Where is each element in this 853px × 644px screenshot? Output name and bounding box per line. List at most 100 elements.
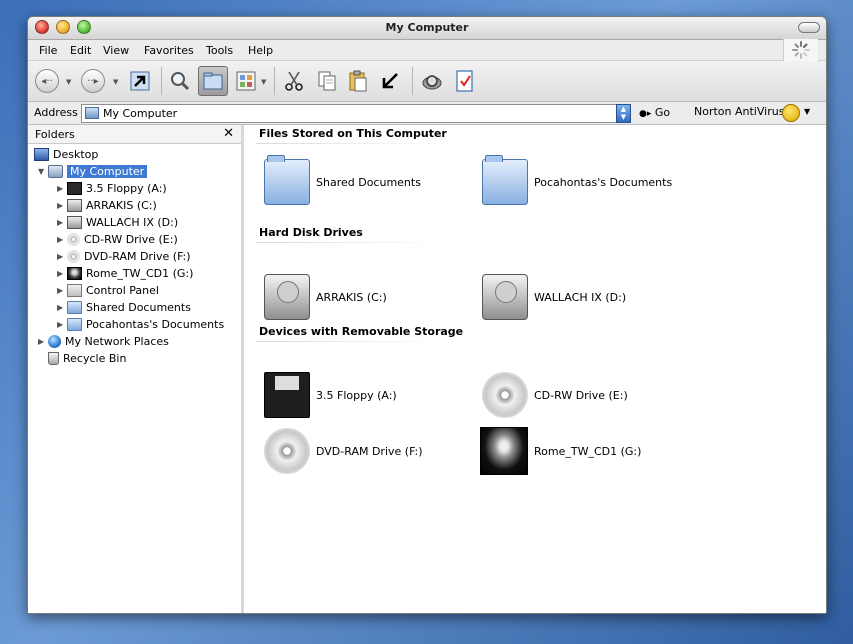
collapsed-triangle-icon[interactable]: ▶ — [57, 201, 67, 210]
item-dvd-ram[interactable]: DVD-RAM Drive (F:) — [264, 428, 423, 474]
go-button[interactable]: ●▸ Go — [639, 106, 670, 119]
tree-item-label: Pocahontas's Documents — [86, 317, 225, 331]
toolbar-toggle-button[interactable] — [798, 22, 820, 33]
toolbar: ◂·· ▼ ··▸ ▼ ▼ — [28, 61, 826, 102]
content-pane: Files Stored on This Computer Shared Doc… — [244, 125, 826, 613]
tree-item-network-places[interactable]: ▶ My Network Places — [38, 333, 169, 349]
computer-icon — [48, 164, 63, 178]
forward-history-dropdown-icon[interactable]: ▼ — [113, 78, 118, 86]
item-wallach[interactable]: WALLACH IX (D:) — [482, 274, 626, 320]
paste-button[interactable] — [343, 66, 373, 96]
thumbnails-view-icon — [236, 71, 256, 91]
item-pocahontas-documents[interactable]: Pocahontas's Documents — [482, 155, 673, 205]
item-label: DVD-RAM Drive (F:) — [316, 444, 423, 458]
close-pane-icon[interactable]: ✕ — [223, 126, 234, 141]
hard-drive-icon — [482, 274, 528, 320]
go-arrow-icon: ●▸ — [639, 109, 652, 119]
tree-item-label: ARRAKIS (C:) — [86, 198, 157, 212]
norton-dropdown-icon[interactable]: ▼ — [804, 107, 810, 116]
title-bar[interactable]: My Computer — [28, 17, 826, 40]
norton-antivirus-icon[interactable] — [782, 104, 800, 122]
address-input[interactable]: My Computer ▲ ▼ — [81, 104, 631, 123]
back-arrow-icon: ◂·· — [35, 69, 59, 93]
folder-icon — [67, 317, 82, 331]
item-arrakis[interactable]: ARRAKIS (C:) — [264, 274, 387, 320]
item-label: Pocahontas's Documents — [534, 175, 673, 189]
tree-item-wallach[interactable]: ▶ WALLACH IX (D:) — [57, 214, 178, 230]
toolbar-separator — [412, 67, 413, 95]
address-dropdown-button[interactable]: ▲ ▼ — [616, 104, 631, 123]
scissors-icon — [285, 71, 303, 91]
item-floppy[interactable]: 3.5 Floppy (A:) — [264, 372, 397, 418]
collapsed-triangle-icon[interactable]: ▶ — [57, 303, 67, 312]
menu-view[interactable]: View — [103, 44, 129, 57]
folder-icon — [264, 155, 310, 205]
globe-icon — [48, 334, 61, 348]
tree-item-my-computer[interactable]: ▼ My Computer — [38, 163, 148, 179]
cd-icon — [67, 249, 80, 263]
tree-item-cd-rw[interactable]: ▶ CD-RW Drive (E:) — [57, 231, 178, 247]
collapsed-triangle-icon[interactable]: ▶ — [57, 269, 67, 278]
folders-button[interactable] — [198, 66, 228, 96]
tree-item-label: My Computer — [67, 164, 148, 178]
tree-item-label: DVD-RAM Drive (F:) — [84, 249, 191, 263]
collapsed-triangle-icon[interactable]: ▶ — [57, 252, 67, 261]
collapsed-triangle-icon[interactable]: ▶ — [57, 320, 67, 329]
tree-item-dvd-ram[interactable]: ▶ DVD-RAM Drive (F:) — [57, 248, 191, 264]
item-cd-rw[interactable]: CD-RW Drive (E:) — [482, 372, 628, 418]
menu-file[interactable]: File — [39, 44, 57, 57]
views-dropdown-icon[interactable]: ▼ — [261, 78, 266, 86]
forward-arrow-icon: ··▸ — [81, 69, 105, 93]
collapsed-triangle-icon[interactable]: ▶ — [57, 184, 67, 193]
properties-button[interactable] — [450, 66, 480, 96]
item-label: WALLACH IX (D:) — [534, 290, 627, 304]
tree-item-label: CD-RW Drive (E:) — [84, 232, 178, 246]
tree-item-arrakis[interactable]: ▶ ARRAKIS (C:) — [57, 197, 157, 213]
tree-item-pocahontas-documents[interactable]: ▶ Pocahontas's Documents — [57, 316, 224, 332]
menu-edit[interactable]: Edit — [70, 44, 91, 57]
back-button[interactable]: ◂·· — [32, 66, 62, 96]
folders-pane: Folders ✕ Desktop ▼ My Computer ▶ 3.5 Fl… — [28, 125, 244, 613]
group-header-files: Files Stored on This Computer — [259, 127, 447, 140]
recycle-bin-icon — [48, 351, 59, 365]
disk-utility-button[interactable] — [417, 66, 447, 96]
tree-item-rome-cd[interactable]: ▶ Rome_TW_CD1 (G:) — [57, 265, 193, 281]
toolbar-separator — [274, 67, 275, 95]
menu-favorites[interactable]: Favorites — [144, 44, 194, 57]
back-history-dropdown-icon[interactable]: ▼ — [66, 78, 71, 86]
properties-check-icon — [456, 70, 473, 92]
item-rome-cd[interactable]: Rome_TW_CD1 (G:) — [480, 427, 641, 475]
folder-icon — [67, 300, 82, 314]
search-button[interactable] — [165, 66, 195, 96]
collapsed-triangle-icon[interactable]: ▶ — [38, 337, 48, 346]
collapsed-triangle-icon[interactable]: ▶ — [57, 218, 67, 227]
up-folder-button[interactable] — [125, 66, 155, 96]
tree-item-desktop[interactable]: Desktop — [34, 146, 98, 162]
menu-bar: File Edit View Favorites Tools Help — [28, 39, 826, 61]
expanded-triangle-icon[interactable]: ▼ — [38, 167, 48, 176]
menu-help[interactable]: Help — [248, 44, 273, 57]
forward-button[interactable]: ··▸ — [78, 66, 108, 96]
tree-item-control-panel[interactable]: ▶ Control Panel — [57, 282, 159, 298]
collapsed-triangle-icon[interactable]: ▶ — [57, 286, 67, 295]
undo-arrow-icon — [382, 73, 398, 89]
menu-tools[interactable]: Tools — [206, 44, 233, 57]
views-button[interactable] — [231, 66, 261, 96]
tree-item-shared-documents[interactable]: ▶ Shared Documents — [57, 299, 191, 315]
cut-button[interactable] — [279, 66, 309, 96]
computer-icon — [85, 107, 99, 119]
norton-antivirus-label[interactable]: Norton AntiVirus — [694, 105, 784, 118]
item-shared-documents[interactable]: Shared Documents — [264, 155, 421, 205]
tree-item-recycle-bin[interactable]: Recycle Bin — [48, 350, 126, 366]
tree-item-label: WALLACH IX (D:) — [86, 215, 179, 229]
window-title: My Computer — [385, 21, 469, 34]
tree-item-label: Shared Documents — [86, 300, 191, 314]
undo-button[interactable] — [375, 66, 405, 96]
disc-photo-icon — [480, 427, 528, 475]
copy-button[interactable] — [312, 66, 342, 96]
item-label: 3.5 Floppy (A:) — [316, 388, 397, 402]
address-label: Address — [34, 106, 78, 119]
tree-item-floppy[interactable]: ▶ 3.5 Floppy (A:) — [57, 180, 167, 196]
clipboard-icon — [349, 70, 367, 92]
collapsed-triangle-icon[interactable]: ▶ — [57, 235, 67, 244]
